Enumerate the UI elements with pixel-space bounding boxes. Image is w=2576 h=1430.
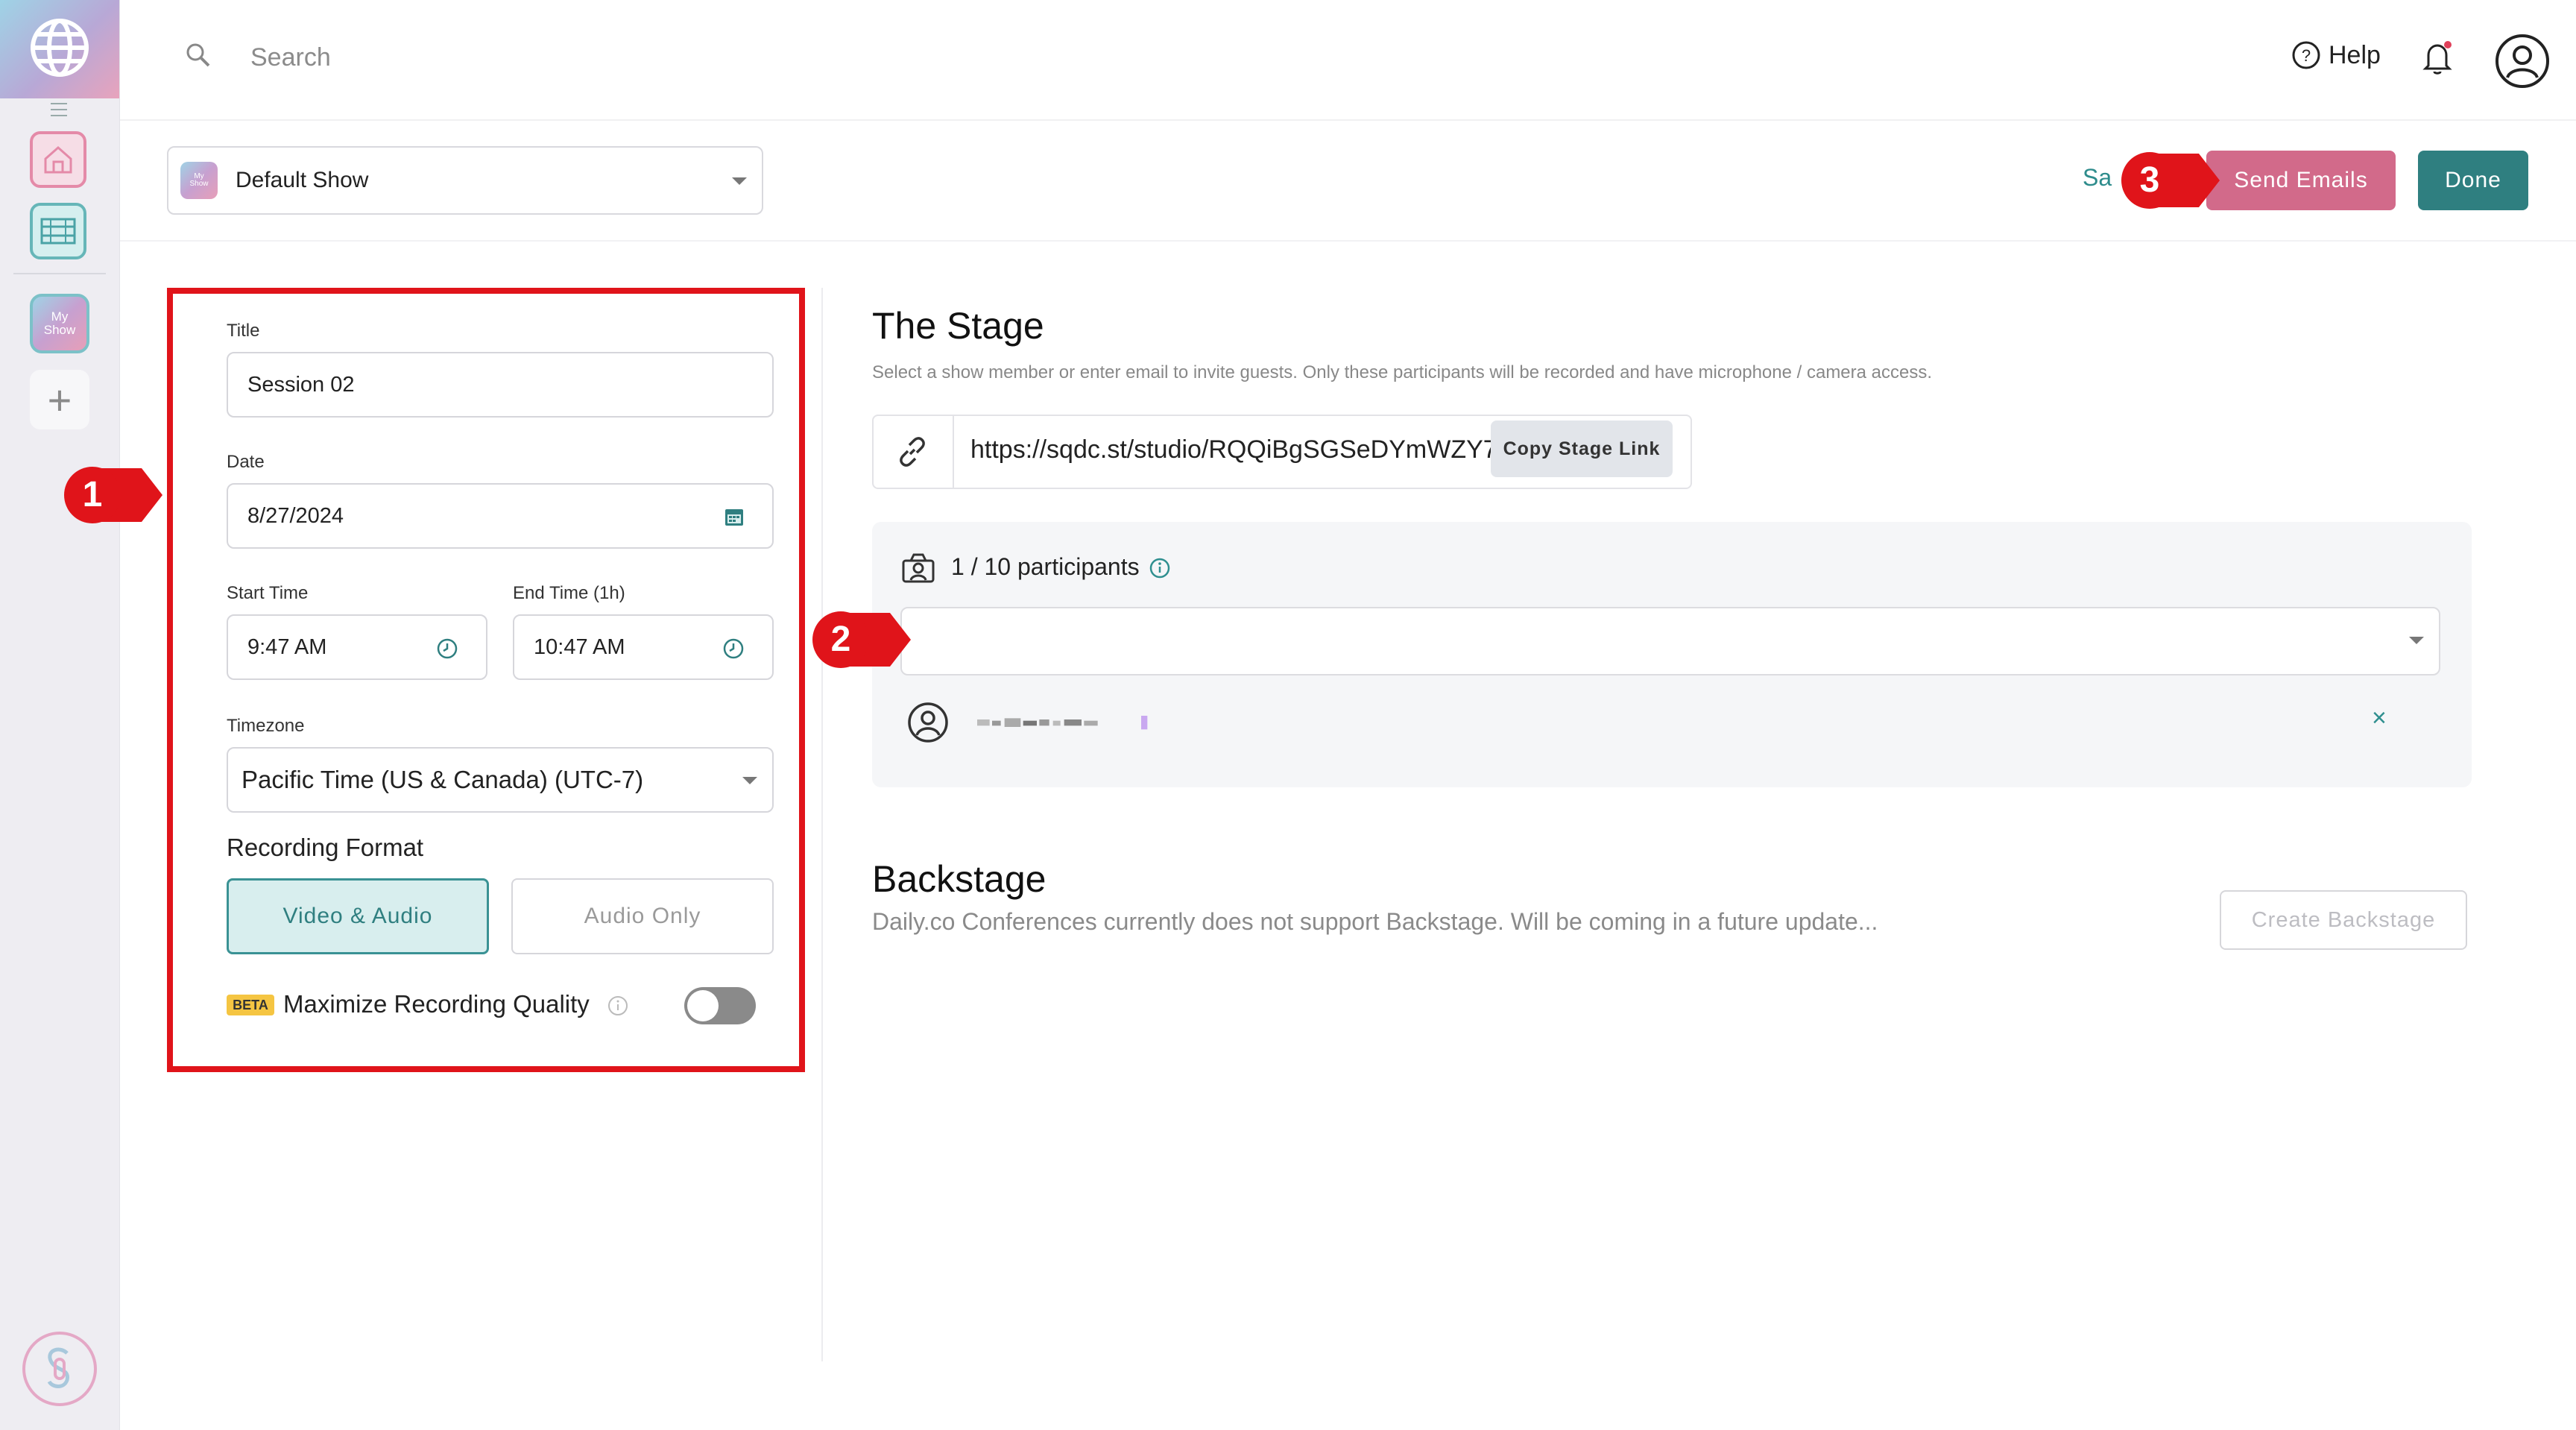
start-time-input[interactable]: 9:47 AM bbox=[227, 614, 487, 680]
end-time-label: End Time (1h) bbox=[513, 583, 625, 603]
annotation-marker-2: 2 bbox=[830, 619, 851, 659]
format-audio-only-option[interactable]: Audio Only bbox=[511, 878, 774, 954]
chevron-down-icon bbox=[732, 177, 747, 185]
chevron-down-icon bbox=[742, 777, 757, 784]
annotation-marker-3: 3 bbox=[2139, 160, 2160, 200]
end-time-value: 10:47 AM bbox=[534, 634, 625, 659]
title-input[interactable]: Session 02 bbox=[227, 352, 774, 418]
timezone-label: Timezone bbox=[227, 716, 305, 736]
annotation-marker-1: 1 bbox=[82, 474, 103, 514]
title-input-value: Session 02 bbox=[247, 372, 355, 397]
brand-mark-icon bbox=[47, 1347, 69, 1388]
format-video-audio-option[interactable]: Video & Audio bbox=[227, 878, 489, 954]
stage-link-url: https://sqdc.st/studio/RQQiBgSGSeDYmWZY7 bbox=[970, 435, 1497, 464]
stage-heading: The Stage bbox=[872, 305, 1044, 347]
timezone-select[interactable]: Pacific Time (US & Canada) (UTC-7) bbox=[227, 747, 774, 813]
done-button[interactable]: Done bbox=[2418, 151, 2528, 210]
beta-badge: BETA bbox=[227, 995, 274, 1015]
timezone-value: Pacific Time (US & Canada) (UTC-7) bbox=[242, 766, 644, 793]
home-icon bbox=[44, 145, 72, 174]
participant-select[interactable] bbox=[900, 607, 2440, 675]
end-time-input[interactable]: 10:47 AM bbox=[513, 614, 774, 680]
question-circle-icon: ? bbox=[2292, 41, 2320, 69]
media-library-button[interactable] bbox=[30, 203, 86, 259]
brand-logo bbox=[22, 1332, 97, 1406]
max-quality-label: Maximize Recording Quality bbox=[283, 990, 590, 1018]
participant-name-redacted bbox=[977, 716, 1148, 730]
date-input[interactable]: 8/27/2024 bbox=[227, 483, 774, 549]
remove-participant-button[interactable]: × bbox=[2372, 704, 2387, 733]
title-label: Title bbox=[227, 321, 260, 341]
my-show-tile[interactable]: My Show bbox=[30, 294, 89, 353]
show-thumbnail-label: My Show bbox=[189, 172, 209, 188]
calendar-icon[interactable] bbox=[723, 505, 745, 528]
header-divider bbox=[120, 240, 2576, 242]
chevron-down-icon bbox=[2409, 637, 2424, 644]
help-button[interactable]: ? Help bbox=[2291, 40, 2381, 70]
backstage-subtitle: Daily.co Conferences currently does not … bbox=[872, 908, 1878, 935]
menu-icon[interactable] bbox=[51, 103, 67, 116]
clock-icon[interactable] bbox=[435, 637, 459, 661]
show-thumbnail: My Show bbox=[180, 162, 218, 199]
link-icon-cell bbox=[872, 415, 954, 489]
recording-format-label: Recording Format bbox=[227, 834, 424, 861]
add-show-button[interactable]: + bbox=[30, 370, 89, 429]
create-backstage-button[interactable]: Create Backstage bbox=[2220, 890, 2467, 950]
participants-count: 1 / 10 participants bbox=[951, 553, 1140, 580]
link-icon bbox=[900, 437, 925, 467]
show-select-value: Default Show bbox=[236, 168, 369, 192]
info-icon[interactable] bbox=[1148, 556, 1172, 580]
start-time-value: 9:47 AM bbox=[247, 634, 327, 659]
search-input[interactable]: Search bbox=[250, 43, 331, 72]
my-show-tile-label: My Show bbox=[43, 309, 76, 337]
clock-icon[interactable] bbox=[722, 637, 745, 661]
app-logo[interactable] bbox=[0, 0, 119, 98]
panel-divider bbox=[821, 288, 823, 1361]
save-button[interactable]: Sa bbox=[2083, 164, 2112, 192]
toggle-knob bbox=[687, 990, 719, 1021]
bell-icon[interactable] bbox=[2421, 39, 2454, 76]
copy-stage-link-button[interactable]: Copy Stage Link bbox=[1491, 421, 1673, 477]
date-label: Date bbox=[227, 452, 265, 472]
stage-subtitle: Select a show member or enter email to i… bbox=[872, 362, 1933, 382]
globe-icon bbox=[31, 19, 89, 77]
top-bar bbox=[120, 0, 2576, 121]
plus-icon: + bbox=[47, 376, 72, 423]
help-label: Help bbox=[2329, 40, 2381, 69]
user-avatar-icon[interactable] bbox=[2494, 33, 2551, 89]
sidebar-divider bbox=[13, 273, 106, 274]
date-input-value: 8/27/2024 bbox=[247, 503, 344, 528]
backstage-heading: Backstage bbox=[872, 858, 1046, 900]
start-time-label: Start Time bbox=[227, 583, 309, 603]
send-emails-button[interactable]: Send Emails bbox=[2206, 151, 2396, 210]
film-icon bbox=[40, 218, 76, 245]
participants-icon bbox=[902, 553, 935, 583]
search-icon[interactable] bbox=[185, 42, 212, 69]
participant-avatar-icon bbox=[908, 702, 948, 743]
show-select[interactable]: My Show Default Show bbox=[167, 146, 763, 215]
home-button[interactable] bbox=[30, 131, 86, 188]
svg-text:?: ? bbox=[2302, 46, 2311, 65]
info-icon[interactable] bbox=[607, 995, 629, 1017]
